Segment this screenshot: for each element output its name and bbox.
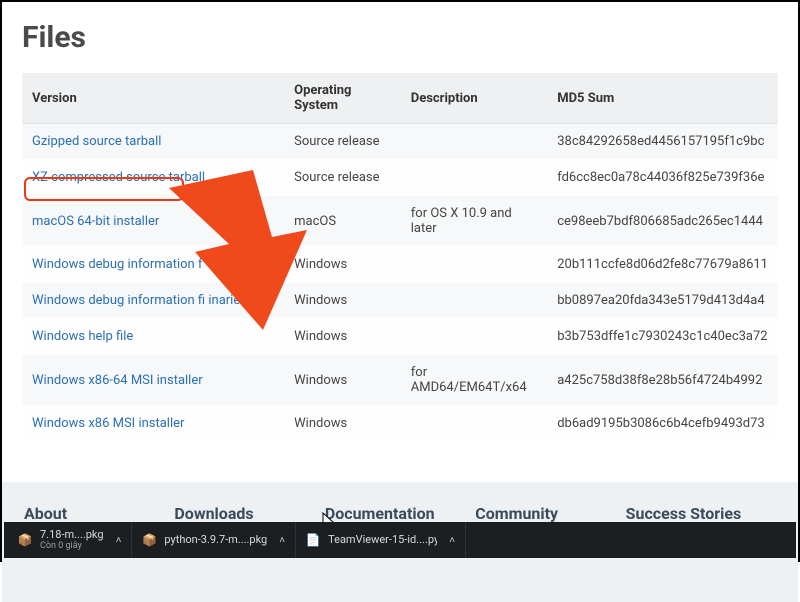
package-icon: 📦 [18,533,32,547]
download-link[interactable]: Windows x86 MSI installer [32,416,184,431]
footer-heading[interactable]: About [24,504,174,523]
cell-desc [401,247,547,283]
cell-desc [401,283,547,319]
cell-desc [401,160,547,196]
cell-md5: a425c758d38f8e28b56f4724b4992 [547,355,778,406]
cell-desc [401,406,547,442]
footer-heading[interactable]: Community [475,504,625,523]
download-bar-item[interactable]: 📦 7.18-m....pkgCòn 0 giây ˄ [8,522,132,558]
download-link[interactable]: Windows x86-64 MSI installer [32,373,203,388]
table-row: Gzipped source tarball Source release 38c8… [22,124,778,160]
cell-os: Source release [284,160,401,196]
cell-os: Windows [284,355,401,406]
chevron-up-icon[interactable]: ˄ [112,535,122,546]
cell-os: macOS [284,196,401,247]
col-version: Version [22,73,284,124]
cell-os: Windows [284,247,401,283]
package-icon: 📦 [142,533,156,547]
cell-md5: ce98eeb7bdf806685adc265ec1444 [547,196,778,247]
download-bar-item[interactable]: 📄 TeamViewer-15-id....py ˄ [296,522,466,558]
download-bar: 📦 7.18-m....pkgCòn 0 giây ˄ 📦 python-3.9.7-m… [4,522,796,558]
download-bar-label: python-3.9.7-m....pkg [164,534,267,547]
cell-md5: bb0897ea20fda343e5179d413d4a4 [547,283,778,319]
page-title: Files [22,20,778,55]
download-link[interactable]: XZ compressed source tarball [32,170,205,185]
table-row: Windows debug information fi inaries Wind… [22,283,778,319]
cell-md5: 20b111ccfe8d06d2fe8c77679a8611 [547,247,778,283]
chevron-up-icon[interactable]: ˄ [445,535,455,546]
download-link[interactable]: macOS 64-bit installer [32,214,159,229]
table-row: Windows x86-64 MSI installer Windowsfor A… [22,355,778,406]
python-file-icon: 📄 [306,533,320,547]
download-bar-sub: Còn 0 giây [40,541,104,551]
download-link[interactable]: Windows debug information f [32,257,202,272]
footer-heading[interactable]: Documentation [325,504,475,523]
cell-desc [401,124,547,160]
cell-md5: fd6cc8ec0a78c44036f825e739f36e [547,160,778,196]
footer-heading[interactable]: Downloads [174,504,324,523]
cell-md5: b3b753dffe1c7930243c1c40ec3a72 [547,319,778,355]
table-row: Windows x86 MSI installer Windows db6ad919… [22,406,778,442]
download-bar-label: 7.18-m....pkg [40,529,104,542]
cell-os: Windows [284,406,401,442]
download-bar-item[interactable]: 📦 python-3.9.7-m....pkg ˄ [132,522,296,558]
chevron-up-icon[interactable]: ˄ [275,535,285,546]
download-link[interactable]: Windows help file [32,329,133,344]
cell-md5: db6ad9195b3086c6b4cefb9493d73 [547,406,778,442]
cell-os: Windows [284,319,401,355]
download-bar-label: TeamViewer-15-id....py [328,534,437,547]
col-desc: Description [401,73,547,124]
cell-desc: for AMD64/EM64T/x64 [401,355,547,406]
cell-os: Source release [284,124,401,160]
table-row: Windows help file Windows b3b753dffe1c7930… [22,319,778,355]
table-row: macOS 64-bit installer macOSfor OS X 10.9… [22,196,778,247]
footer-heading[interactable]: Success Stories [626,504,776,523]
table-row: Windows debug information f Windows 20b111… [22,247,778,283]
cell-os: Windows [284,283,401,319]
cell-desc: for OS X 10.9 and later [401,196,547,247]
downloads-table: Version Operating System Description MD5… [22,73,778,442]
table-row: XZ compressed source tarball Source relea… [22,160,778,196]
cell-desc [401,319,547,355]
col-md5: MD5 Sum [547,73,778,124]
col-os: Operating System [284,73,401,124]
download-link[interactable]: Windows debug information fi inaries [32,293,247,308]
download-link[interactable]: Gzipped source tarball [32,134,161,149]
cell-md5: 38c84292658ed4456157195f1c9bc [547,124,778,160]
